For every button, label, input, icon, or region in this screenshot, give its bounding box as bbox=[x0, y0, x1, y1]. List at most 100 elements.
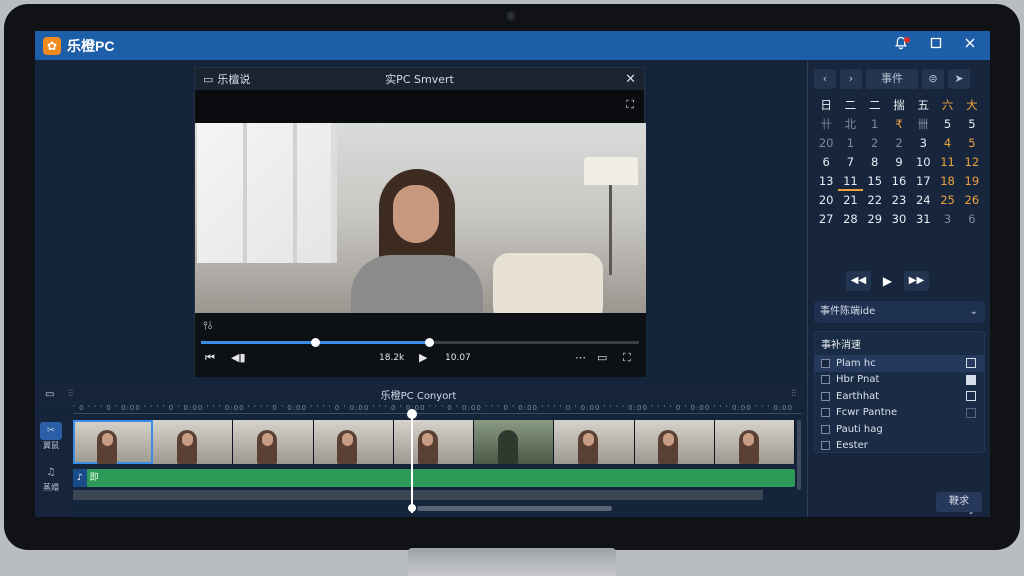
audio-track[interactable]: ♪ 即 bbox=[73, 469, 795, 487]
search-button[interactable]: 鞭求 bbox=[936, 492, 982, 512]
calendar-event-tab[interactable]: 事件 bbox=[866, 69, 918, 89]
player-close-icon[interactable]: ✕ bbox=[625, 72, 636, 87]
calendar-day[interactable]: 28 bbox=[838, 210, 862, 229]
adjust-icon[interactable]: ⫯⫰ bbox=[203, 319, 213, 333]
seek-end-knob[interactable] bbox=[424, 338, 434, 347]
event-checkbox[interactable] bbox=[821, 358, 830, 368]
event-checkbox[interactable] bbox=[821, 375, 830, 385]
calendar-day[interactable]: 7 bbox=[838, 153, 862, 172]
calendar-prev-button[interactable]: ‹ bbox=[814, 69, 836, 89]
event-toggle[interactable] bbox=[966, 358, 976, 369]
event-toggle[interactable] bbox=[966, 407, 976, 418]
empty-track[interactable] bbox=[73, 490, 763, 500]
calendar-view-icon[interactable]: ⊜ bbox=[922, 69, 944, 89]
maximize-button[interactable] bbox=[926, 36, 946, 56]
calendar-day[interactable]: 29 bbox=[863, 210, 887, 229]
timeline-ruler[interactable]: ' 0 ' ' ' 0 ' 0:00 ' ' ' ' 0 ' 0:00 ' ' … bbox=[73, 404, 802, 414]
fullscreen-icon[interactable]: ⛶ bbox=[626, 98, 634, 112]
calendar-day[interactable]: 18 bbox=[935, 172, 959, 191]
calendar-day[interactable]: 12 bbox=[960, 153, 984, 172]
event-list-item[interactable]: Hbr Pnat bbox=[815, 372, 984, 389]
calendar-day[interactable]: 24 bbox=[911, 191, 935, 210]
calendar-day[interactable]: 1 bbox=[838, 134, 862, 153]
calendar-day[interactable]: 1 bbox=[863, 115, 887, 134]
calendar-day[interactable]: 5 bbox=[960, 115, 984, 134]
calendar-day[interactable]: 5 bbox=[960, 134, 984, 153]
calendar-day[interactable]: 2 bbox=[863, 134, 887, 153]
calendar-day[interactable]: 23 bbox=[887, 191, 911, 210]
seek-knob[interactable] bbox=[310, 338, 320, 347]
calendar-day[interactable]: 4 bbox=[935, 134, 959, 153]
clip-frame[interactable] bbox=[634, 420, 715, 464]
calendar-next-button[interactable]: › bbox=[840, 69, 862, 89]
calendar-day[interactable]: 8 bbox=[863, 153, 887, 172]
event-list-item[interactable]: Fcwr Pantne bbox=[815, 405, 984, 422]
event-toggle[interactable] bbox=[966, 374, 976, 385]
calendar-day[interactable]: 27 bbox=[814, 210, 838, 229]
event-checkbox[interactable] bbox=[821, 441, 830, 451]
clip-frame[interactable] bbox=[233, 420, 314, 464]
clip-frame[interactable] bbox=[554, 420, 635, 464]
calendar-day[interactable]: 3 bbox=[911, 134, 935, 153]
calendar-day[interactable]: 9 bbox=[887, 153, 911, 172]
calendar-day[interactable]: 北 bbox=[838, 115, 862, 134]
playhead-bottom-handle[interactable] bbox=[408, 504, 416, 512]
playhead[interactable] bbox=[411, 409, 413, 513]
more-button[interactable]: ⋯ bbox=[575, 351, 586, 364]
calendar-day[interactable]: 30 bbox=[887, 210, 911, 229]
calendar-day[interactable]: ₹ bbox=[887, 115, 911, 134]
clip-frame[interactable] bbox=[393, 420, 475, 464]
calendar-day[interactable]: 15 bbox=[863, 172, 887, 191]
calendar-day[interactable]: 6 bbox=[814, 153, 838, 172]
event-list-item[interactable]: Plam hc bbox=[815, 355, 984, 372]
clip-frame[interactable] bbox=[153, 420, 234, 464]
prev-button[interactable]: ⏮ bbox=[205, 351, 215, 365]
calendar-day[interactable]: 11 bbox=[935, 153, 959, 172]
clip-frame[interactable] bbox=[73, 420, 154, 464]
calendar-day[interactable]: 2 bbox=[887, 134, 911, 153]
calendar-play-button[interactable]: ▶ bbox=[875, 271, 900, 291]
bell-icon[interactable] bbox=[891, 36, 911, 56]
calendar-day[interactable]: 卄 bbox=[814, 115, 838, 134]
fast-forward-button[interactable]: ▶▶ bbox=[904, 271, 929, 291]
playhead-handle[interactable] bbox=[407, 409, 417, 419]
audio-tool[interactable]: ♫ 蒸嬛 bbox=[39, 464, 63, 493]
close-button[interactable] bbox=[960, 36, 980, 56]
event-checkbox[interactable] bbox=[821, 424, 830, 434]
calendar-day[interactable]: 10 bbox=[911, 153, 935, 172]
calendar-day[interactable]: 3 bbox=[935, 210, 959, 229]
clip-frame[interactable] bbox=[313, 420, 394, 464]
video-track[interactable] bbox=[73, 420, 795, 464]
timeline-vertical-scrollbar[interactable] bbox=[797, 420, 801, 490]
step-back-button[interactable]: ◀▮ bbox=[231, 351, 246, 364]
event-toggle[interactable] bbox=[966, 391, 976, 402]
cut-tool[interactable]: ✂ 翼鼠 bbox=[39, 422, 63, 451]
expand-button[interactable]: ⛶ bbox=[623, 351, 631, 365]
calendar-day[interactable]: 5 bbox=[935, 115, 959, 134]
video-frame[interactable] bbox=[195, 123, 646, 313]
event-list-item[interactable]: Eester bbox=[815, 438, 984, 455]
clip-frame[interactable] bbox=[714, 420, 795, 464]
seek-bar[interactable] bbox=[201, 338, 639, 347]
calendar-day[interactable]: 19 bbox=[960, 172, 984, 191]
calendar-day[interactable]: 11 bbox=[838, 172, 863, 191]
event-checkbox[interactable] bbox=[821, 408, 830, 418]
play-button[interactable]: ▶ bbox=[419, 351, 427, 364]
calendar-day[interactable]: 20 bbox=[814, 134, 838, 153]
calendar-day[interactable]: 13 bbox=[814, 172, 838, 191]
caption-button[interactable]: ▭ bbox=[597, 351, 607, 364]
calendar-day[interactable]: 17 bbox=[911, 172, 935, 191]
event-checkbox[interactable] bbox=[821, 391, 830, 401]
calendar-day[interactable]: 卌 bbox=[911, 115, 935, 134]
timeline-settings-icon[interactable]: ⫶⫶ bbox=[791, 389, 796, 399]
event-list-item[interactable]: Pauti hag bbox=[815, 421, 984, 438]
calendar-day[interactable]: 21 bbox=[838, 191, 862, 210]
calendar-day[interactable]: 6 bbox=[960, 210, 984, 229]
calendar-day[interactable]: 22 bbox=[863, 191, 887, 210]
calendar-day[interactable]: 16 bbox=[887, 172, 911, 191]
calendar-day[interactable]: 25 bbox=[935, 191, 959, 210]
event-list-item[interactable]: Earthhat bbox=[815, 388, 984, 405]
clip-frame[interactable] bbox=[474, 420, 555, 464]
calendar-day[interactable]: 31 bbox=[911, 210, 935, 229]
rewind-button[interactable]: ◀◀ bbox=[846, 271, 871, 291]
